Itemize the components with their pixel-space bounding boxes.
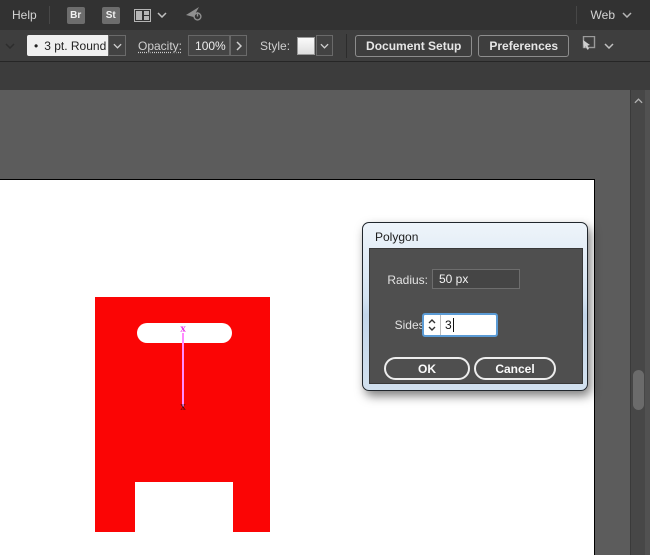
brushes-panel-button[interactable]: Br [67, 7, 85, 24]
gpu-performance-button[interactable] [185, 6, 203, 24]
opacity-field[interactable]: 100% [188, 35, 230, 56]
scrollbar-thumb[interactable] [633, 370, 644, 410]
document-setup-button[interactable]: Document Setup [355, 35, 472, 57]
radius-label: Radius: [380, 273, 428, 287]
panels-icon [134, 9, 151, 22]
spinner-down-button[interactable] [428, 326, 436, 331]
polygon-dialog: Polygon Radius: 50 px Sides: [362, 222, 588, 391]
radius-field[interactable]: 50 px [432, 269, 520, 289]
opacity-control: 100% [188, 35, 247, 56]
scrollbar-gutter [645, 90, 650, 555]
chevron-down-icon [157, 12, 167, 18]
chevron-up-icon [634, 98, 643, 104]
chevron-down-icon [604, 43, 614, 49]
arrange-documents-button[interactable] [134, 9, 167, 22]
radius-value: 50 px [439, 272, 468, 286]
select-similar-options[interactable] [580, 36, 614, 55]
workspace-label: Web [591, 8, 615, 22]
style-label: Style: [260, 39, 290, 53]
brush-dropdown-button[interactable] [108, 35, 126, 56]
sides-input[interactable]: 3 [441, 315, 496, 335]
dialog-title: Polygon [375, 230, 418, 244]
menu-bar: Help Br St [0, 0, 650, 30]
dialog-title-bar[interactable]: Polygon [375, 227, 418, 246]
ok-button[interactable]: OK [384, 357, 470, 380]
canvas-area: x x Polygon Radius: 50 px Sides: [0, 62, 650, 555]
chevron-down-icon [113, 43, 122, 49]
divider [49, 6, 50, 24]
style-dropdown-button[interactable] [316, 35, 333, 56]
select-similar-icon [580, 36, 599, 55]
sides-spinner [424, 315, 441, 335]
pasteboard-top-strip [0, 62, 650, 90]
chevron-down-icon[interactable] [5, 43, 15, 49]
brush-definition-dropdown[interactable]: • 3 pt. Round [27, 35, 126, 56]
divider [346, 34, 347, 58]
anchor-marker-bottom: x [180, 404, 185, 413]
sides-label: Sides: [380, 318, 428, 332]
text-caret [453, 318, 454, 332]
spinner-up-button[interactable] [428, 319, 436, 324]
illustrator-window: Help Br St [0, 0, 650, 555]
sides-value: 3 [445, 318, 452, 332]
preferences-button[interactable]: Preferences [478, 35, 569, 57]
style-swatch[interactable] [297, 37, 315, 55]
red-shape-bottom-notch [135, 482, 233, 532]
opacity-label[interactable]: Opacity: [138, 39, 182, 53]
graphic-styles-panel-button[interactable]: St [102, 7, 120, 24]
scrollbar-up-button[interactable] [632, 95, 645, 107]
anchor-marker-top: x [180, 326, 185, 335]
opacity-expand-button[interactable] [230, 35, 247, 56]
divider [576, 6, 577, 24]
brush-definition-value: 3 pt. Round [44, 39, 106, 53]
vertical-scrollbar[interactable] [630, 90, 645, 555]
dialog-body: Radius: 50 px Sides: 3 [369, 248, 583, 384]
menu-help[interactable]: Help [8, 8, 41, 22]
gpu-performance-icon [185, 6, 203, 24]
smart-guide-line [182, 333, 184, 407]
control-bar: • 3 pt. Round Opacity: 100% Style: [0, 30, 650, 62]
style-dropdown[interactable] [297, 35, 333, 56]
chevron-down-icon [320, 43, 329, 49]
cancel-button[interactable]: Cancel [474, 357, 556, 380]
chevron-down-icon [622, 12, 632, 18]
workspace-switcher[interactable]: Web [591, 8, 632, 22]
sides-control: 3 [422, 313, 498, 337]
brush-definition-field[interactable]: • 3 pt. Round [27, 35, 108, 56]
brush-bullet: • [34, 39, 38, 53]
chevron-right-icon [236, 41, 242, 51]
